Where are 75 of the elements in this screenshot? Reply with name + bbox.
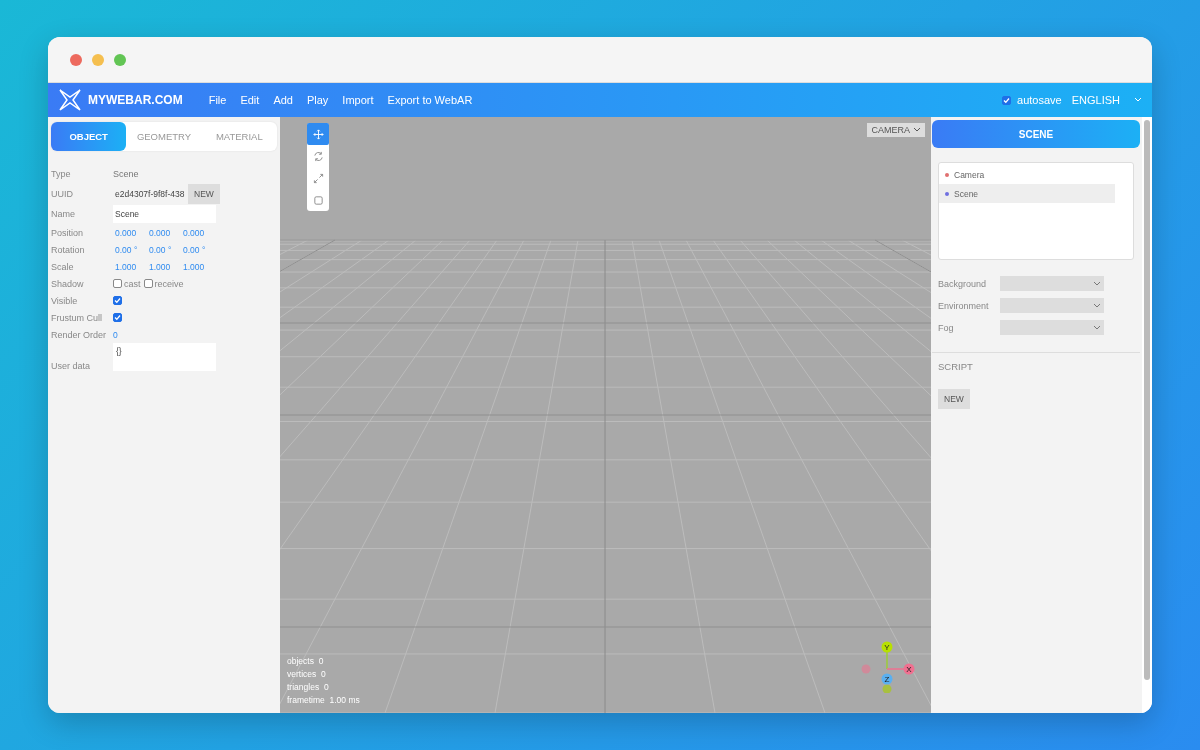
logo-text: MYWEBAR.COM (88, 93, 183, 107)
property-label: Position (51, 227, 85, 238)
minimize-button[interactable] (92, 53, 104, 66)
outliner-item[interactable]: Scene (939, 184, 1115, 203)
property-label: Type (51, 168, 72, 179)
camera-select[interactable]: CAMERA (867, 123, 925, 137)
number-field[interactable]: 1.000 (147, 261, 181, 272)
property-label: UUID (51, 189, 74, 199)
property-label: Rotation (51, 244, 86, 255)
scene-header[interactable]: SCENE (932, 120, 1140, 148)
autosave-label: autosave (1017, 94, 1062, 106)
property-value: Scene (113, 168, 139, 179)
language-select[interactable]: ENGLISH (1071, 94, 1120, 106)
axis-gizmo-drawing: Y X Z (860, 641, 916, 693)
number-field[interactable]: 0 (113, 329, 147, 340)
scrollbar-thumb[interactable] (1144, 120, 1150, 680)
scale-icon (312, 172, 324, 184)
stat-text: vertices 0 (287, 669, 327, 679)
outliner-item[interactable]: Camera (939, 165, 1115, 184)
checkbox[interactable] (113, 279, 122, 288)
property-label: Name (51, 209, 76, 219)
caret-icon (1134, 97, 1142, 103)
new-uuid-button[interactable]: NEW (188, 184, 220, 204)
checkbox-label: receive (154, 278, 184, 289)
caret-icon (1093, 302, 1101, 309)
checkbox[interactable] (143, 279, 153, 288)
property-label: Visible (51, 295, 79, 306)
property-label: Render Order (51, 329, 108, 340)
user-data-field[interactable]: {} (113, 343, 216, 371)
stat-text: triangles 0 (287, 682, 330, 692)
tab[interactable]: OBJECT (51, 122, 127, 151)
tool-button[interactable] (307, 123, 329, 145)
menu-item[interactable]: Import (342, 94, 374, 106)
caret-icon (913, 127, 921, 133)
number-field[interactable]: 0.000 (147, 227, 181, 238)
caret-icon (1093, 280, 1101, 287)
menu-item[interactable]: Edit (240, 94, 260, 106)
property-label: Fog (938, 322, 955, 333)
logo-icon (58, 88, 82, 112)
property-label: Shadow (51, 278, 85, 289)
section-heading: SCRIPT (938, 361, 974, 372)
checkbox-label: cast (124, 278, 141, 289)
close-button[interactable] (70, 53, 82, 66)
menu-item[interactable]: Play (306, 94, 329, 106)
number-field[interactable]: 0.00 ° (113, 244, 147, 255)
square-icon (312, 194, 324, 206)
zoom-button[interactable] (114, 53, 126, 66)
property-label: Background (938, 278, 988, 289)
checkbox[interactable] (113, 296, 122, 305)
caret-icon (1093, 324, 1101, 331)
number-field[interactable]: 0.00 ° (147, 244, 181, 255)
number-field[interactable]: 0.000 (113, 227, 147, 238)
rotate-icon (312, 150, 324, 162)
name-field[interactable]: Scene (113, 205, 216, 223)
property-label: Scale (51, 261, 75, 272)
property-label: User data (51, 361, 92, 371)
number-field[interactable]: 1.000 (113, 261, 147, 272)
stat-text: objects 0 (287, 656, 325, 666)
tab[interactable]: GEOMETRY (126, 122, 202, 151)
menu-item[interactable]: Export to WebAR (387, 94, 473, 106)
number-field[interactable]: 0.00 ° (181, 244, 215, 255)
menu-item[interactable]: Add (273, 94, 293, 106)
menu-item[interactable]: File (208, 94, 227, 106)
tab[interactable]: MATERIAL (201, 122, 277, 151)
stat-text: frametime 1.00 ms (287, 695, 360, 705)
property-label: Environment (938, 300, 990, 311)
number-field[interactable]: 0.000 (181, 227, 215, 238)
viewport[interactable]: CAMERA objects 0 vertices 0 triangles 0 frametime 1.00 ms Y X Z (280, 117, 931, 713)
move-icon (312, 128, 324, 140)
uuid-value: e2d4307f-9f8f-438 (114, 189, 186, 199)
autosave-checkbox[interactable] (1002, 95, 1012, 105)
new-script-button[interactable]: NEW (938, 389, 970, 409)
checkbox[interactable] (113, 313, 122, 322)
property-label: Frustum Cull (51, 312, 103, 323)
number-field[interactable]: 1.000 (181, 261, 215, 272)
